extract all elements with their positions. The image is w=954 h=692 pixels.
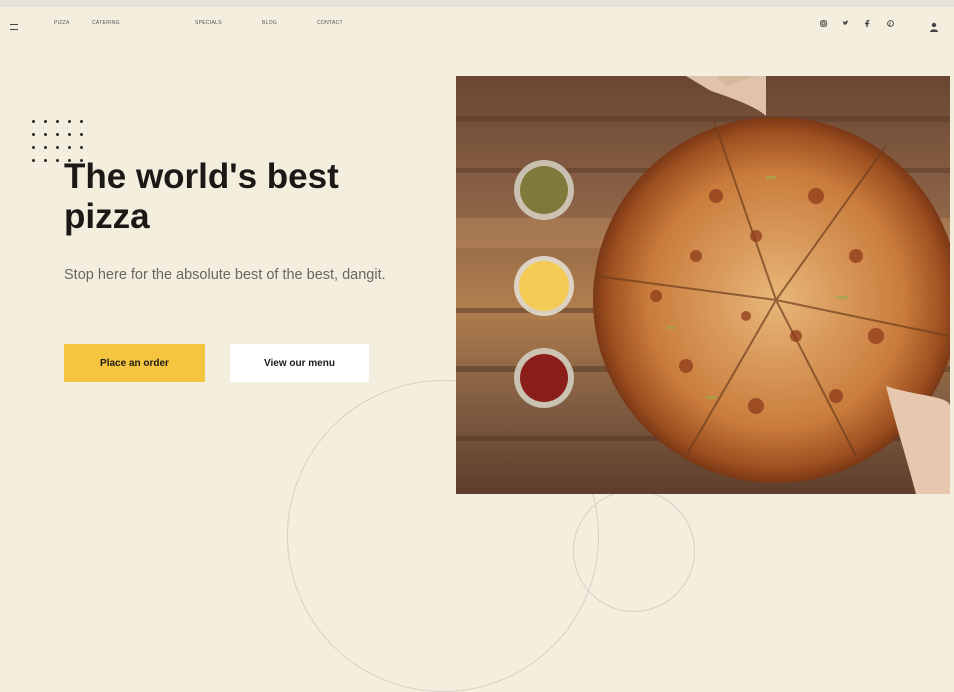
twitter-icon[interactable] [842,20,849,30]
hero-title: The world's best pizza [64,157,339,236]
nav-link-5[interactable]: Contact [317,20,343,26]
pinterest-icon[interactable] [887,20,894,30]
view-menu-button[interactable]: View our menu [230,344,369,382]
hamburger-icon[interactable] [10,24,18,30]
browser-top-strip [0,0,954,7]
facebook-icon[interactable] [864,20,870,30]
user-icon[interactable] [930,19,938,32]
instagram-icon[interactable] [820,20,827,30]
nav-link-4[interactable]: Blog [262,20,277,26]
place-order-button[interactable]: Place an order [64,344,205,382]
decorative-arc-small [573,490,695,612]
top-navigation: Pizza Catering Specials Blog Contact [0,14,954,36]
pizza-hero-image [456,76,950,494]
nav-link-3[interactable]: Specials [195,20,222,26]
nav-link-1[interactable]: Pizza [54,20,70,26]
hero-subtitle: Stop here for the absolute best of the b… [64,267,386,283]
nav-link-2[interactable]: Catering [92,20,120,26]
